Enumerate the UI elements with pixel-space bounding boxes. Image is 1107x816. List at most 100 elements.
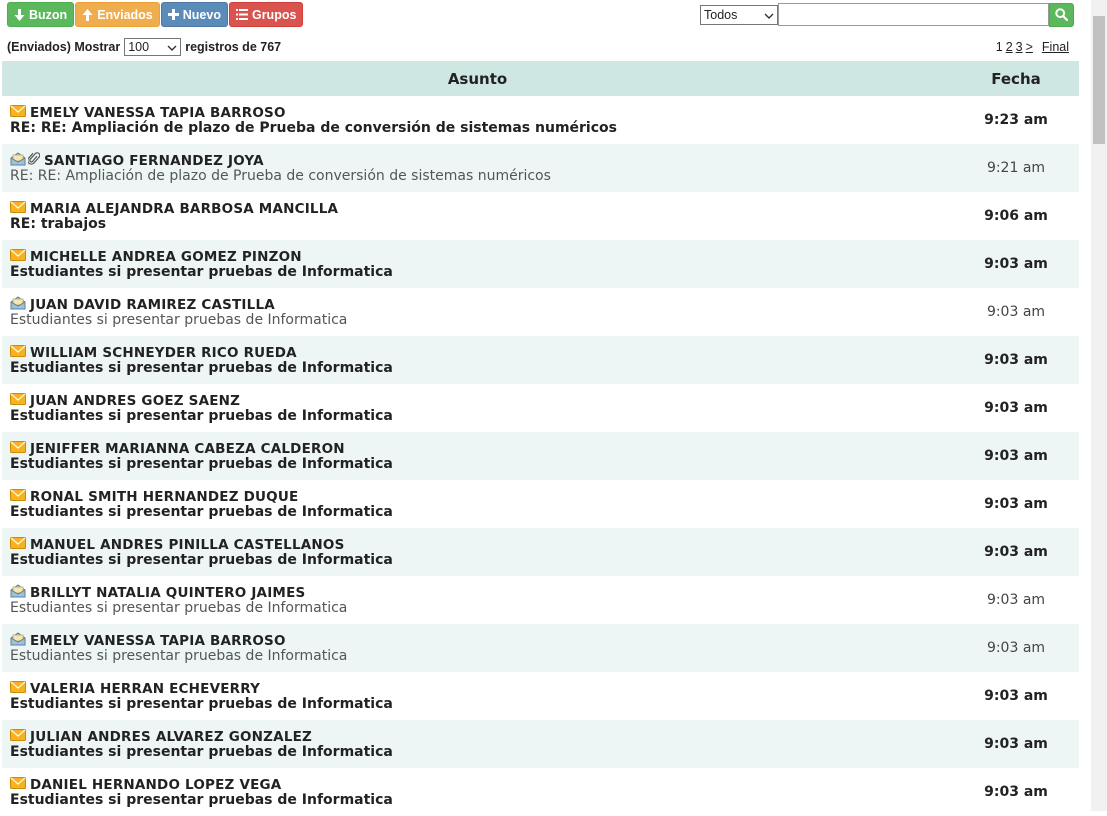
table-row[interactable]: EMELY VANESSA TAPIA BARROSO RE: RE: Ampli… [2, 96, 1079, 144]
page-next[interactable]: > [1026, 40, 1033, 54]
message-header-line: JUAN DAVID RAMIREZ CASTILLA [10, 295, 953, 314]
table-row[interactable]: SANTIAGO FERNANDEZ JOYA RE: RE: Ampliació… [2, 144, 1079, 192]
chevron-down-icon [167, 40, 177, 54]
cell-asunto: JUAN ANDRES GOEZ SAENZ Estudiantes si pre… [2, 392, 953, 424]
cell-asunto: JUAN DAVID RAMIREZ CASTILLA Estudiantes s… [2, 295, 953, 328]
search-button[interactable] [1049, 3, 1074, 27]
message-subject[interactable]: Estudiantes si presentar pruebas de Info… [10, 408, 953, 424]
sender-name: SANTIAGO FERNANDEZ JOYA [44, 152, 264, 169]
table-row[interactable]: EMELY VANESSA TAPIA BARROSO Estudiantes s… [2, 624, 1079, 672]
table-row[interactable]: JUAN ANDRES GOEZ SAENZ Estudiantes si pre… [2, 384, 1079, 432]
enviados-button[interactable]: Enviados [75, 2, 160, 27]
message-time: 9:23 am [984, 112, 1048, 128]
cell-asunto: MICHELLE ANDREA GOMEZ PINZON Estudiantes … [2, 248, 953, 280]
envelope-icon [10, 104, 26, 121]
table-row[interactable]: JUAN DAVID RAMIREZ CASTILLA Estudiantes s… [2, 288, 1079, 336]
sender-name: MANUEL ANDRES PINILLA CASTELLANOS [30, 536, 345, 553]
message-header-line: RONAL SMITH HERNANDEZ DUQUE [10, 488, 953, 505]
sender-name: EMELY VANESSA TAPIA BARROSO [30, 632, 286, 649]
sender-name: JULIAN ANDRES ALVAREZ GONZALEZ [30, 728, 313, 745]
col-asunto-header[interactable]: Asunto [2, 70, 953, 88]
message-header-line: MARIA ALEJANDRA BARBOSA MANCILLA [10, 200, 953, 217]
envelope-icon [10, 488, 26, 505]
table-row[interactable]: JENIFFER MARIANNA CABEZA CALDERON Estudia… [2, 432, 1079, 480]
buzon-button[interactable]: Buzon [7, 2, 75, 27]
message-time: 9:03 am [984, 688, 1048, 704]
message-time: 9:03 am [984, 544, 1048, 560]
message-header-line: JUAN ANDRES GOEZ SAENZ [10, 392, 953, 409]
grupos-button[interactable]: Grupos [228, 2, 304, 27]
records-suffix: registros de 767 [185, 40, 282, 54]
grupos-label: Grupos [251, 7, 297, 22]
sender-name: EMELY VANESSA TAPIA BARROSO [30, 104, 286, 121]
message-icons [10, 392, 26, 409]
plus-icon [167, 9, 179, 20]
messages-table: Asunto Fecha EMELY VANESSA TAPIA BARROSO… [2, 61, 1079, 816]
nuevo-button[interactable]: Nuevo [160, 2, 228, 27]
search-icon [1055, 6, 1069, 25]
filter-select[interactable]: Todos [700, 5, 778, 25]
message-subject[interactable]: Estudiantes si presentar pruebas de Info… [10, 792, 953, 808]
cell-asunto: EMELY VANESSA TAPIA BARROSO Estudiantes s… [2, 631, 953, 664]
message-icons [10, 200, 26, 217]
message-subject[interactable]: RE: trabajos [10, 216, 953, 232]
sender-name: JUAN DAVID RAMIREZ CASTILLA [30, 296, 275, 313]
message-subject[interactable]: Estudiantes si presentar pruebas de Info… [10, 696, 953, 712]
message-time: 9:03 am [984, 400, 1048, 416]
message-subject[interactable]: Estudiantes si presentar pruebas de Info… [10, 360, 953, 376]
table-header: Asunto Fecha [2, 61, 1079, 96]
envelope-icon [10, 728, 26, 745]
message-icons [10, 583, 26, 602]
arrow-up-icon [82, 8, 93, 21]
message-subject[interactable]: RE: RE: Ampliación de plazo de Prueba de… [10, 168, 953, 184]
page-3[interactable]: 3 [1016, 40, 1023, 54]
message-subject[interactable]: Estudiantes si presentar pruebas de Info… [10, 312, 953, 328]
page-final[interactable]: Final [1042, 40, 1069, 54]
envelope-icon [10, 248, 26, 265]
table-row[interactable]: BRILLYT NATALIA QUINTERO JAIMES Estudiant… [2, 576, 1079, 624]
message-subject[interactable]: Estudiantes si presentar pruebas de Info… [10, 456, 953, 472]
filter-select-value: Todos [704, 8, 738, 22]
message-subject[interactable]: Estudiantes si presentar pruebas de Info… [10, 744, 953, 760]
page-1[interactable]: 1 [996, 40, 1003, 54]
message-header-line: BRILLYT NATALIA QUINTERO JAIMES [10, 583, 953, 602]
table-row[interactable]: WILLIAM SCHNEYDER RICO RUEDA Estudiantes … [2, 336, 1079, 384]
buzon-label: Buzon [29, 7, 68, 22]
table-row[interactable]: MANUEL ANDRES PINILLA CASTELLANOS Estudia… [2, 528, 1079, 576]
message-time: 9:21 am [986, 160, 1046, 176]
message-subject[interactable]: Estudiantes si presentar pruebas de Info… [10, 600, 953, 616]
enviados-label: Enviados [97, 7, 153, 22]
message-time: 9:03 am [986, 592, 1046, 608]
sender-name: JUAN ANDRES GOEZ SAENZ [30, 392, 241, 409]
message-icons [10, 344, 26, 361]
message-icons [10, 776, 26, 793]
scrollbar-thumb[interactable] [1093, 16, 1105, 144]
message-subject[interactable]: Estudiantes si presentar pruebas de Info… [10, 648, 953, 664]
search-input[interactable] [778, 3, 1049, 26]
arrow-down-icon [14, 8, 25, 21]
col-fecha-header[interactable]: Fecha [953, 70, 1079, 88]
message-subject[interactable]: RE: RE: Ampliación de plazo de Prueba de… [10, 120, 953, 136]
cell-asunto: SANTIAGO FERNANDEZ JOYA RE: RE: Ampliació… [2, 151, 953, 184]
message-subject[interactable]: Estudiantes si presentar pruebas de Info… [10, 504, 953, 520]
page-2[interactable]: 2 [1006, 40, 1013, 54]
open-envelope-icon [10, 151, 26, 170]
table-row[interactable]: DANIEL HERNANDO LOPEZ VEGA Estudiantes si… [2, 768, 1079, 816]
message-icons [10, 295, 26, 314]
message-subject[interactable]: Estudiantes si presentar pruebas de Info… [10, 264, 953, 280]
message-subject[interactable]: Estudiantes si presentar pruebas de Info… [10, 552, 953, 568]
cell-asunto: JENIFFER MARIANNA CABEZA CALDERON Estudia… [2, 440, 953, 472]
table-row[interactable]: RONAL SMITH HERNANDEZ DUQUE Estudiantes s… [2, 480, 1079, 528]
list-icon [235, 9, 248, 20]
message-header-line: JENIFFER MARIANNA CABEZA CALDERON [10, 440, 953, 457]
message-time: 9:03 am [984, 784, 1048, 800]
message-header-line: EMELY VANESSA TAPIA BARROSO [10, 104, 953, 121]
table-row[interactable]: VALERIA HERRAN ECHEVERRY Estudiantes si p… [2, 672, 1079, 720]
table-row[interactable]: JULIAN ANDRES ALVAREZ GONZALEZ Estudiante… [2, 720, 1079, 768]
table-row[interactable]: MICHELLE ANDREA GOMEZ PINZON Estudiantes … [2, 240, 1079, 288]
sender-name: JENIFFER MARIANNA CABEZA CALDERON [30, 440, 345, 457]
message-time: 9:03 am [986, 640, 1046, 656]
message-time: 9:03 am [986, 304, 1046, 320]
per-page-select[interactable]: 100 [124, 38, 182, 56]
table-row[interactable]: MARIA ALEJANDRA BARBOSA MANCILLA RE: trab… [2, 192, 1079, 240]
